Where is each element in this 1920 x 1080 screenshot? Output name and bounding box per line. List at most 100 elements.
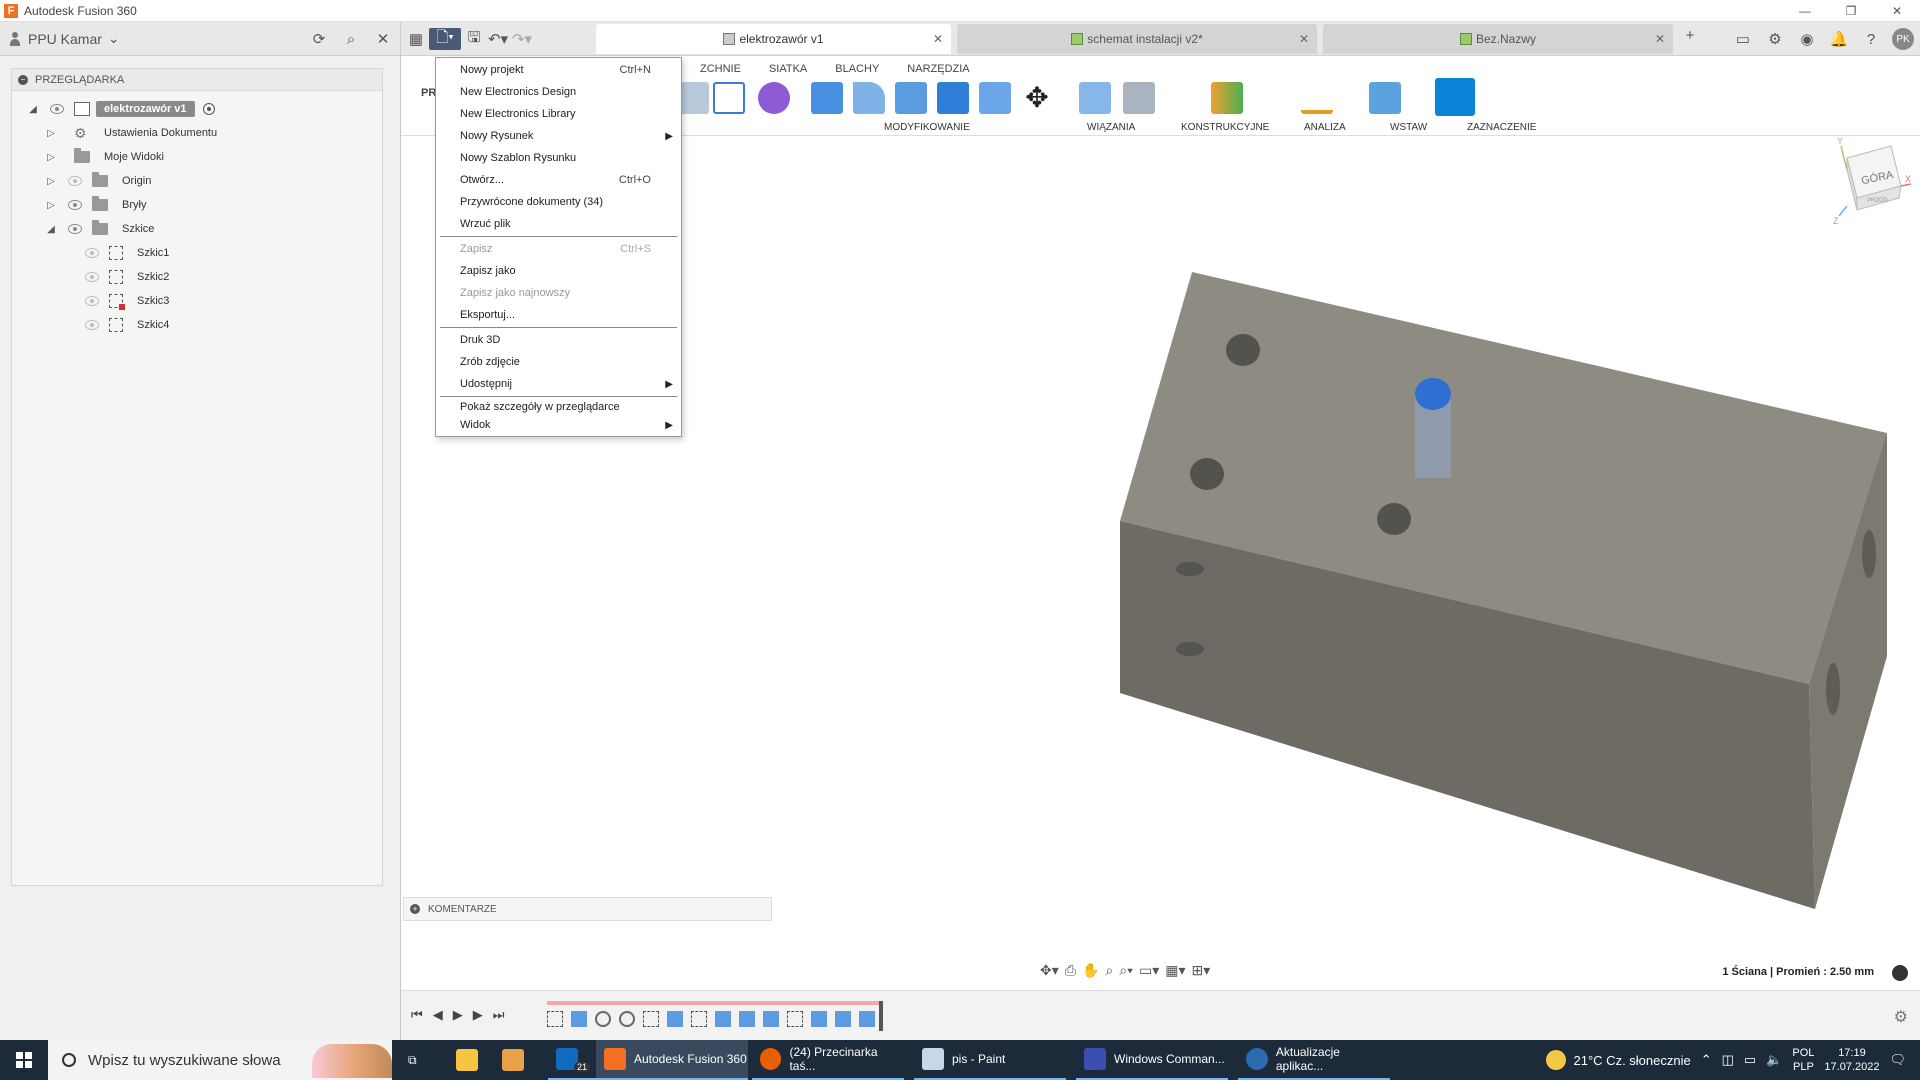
outlook-icon[interactable]: 21 — [548, 1040, 598, 1080]
menu-view[interactable]: Widok ▶ — [436, 414, 681, 436]
redo-icon[interactable]: ↷▾ — [511, 28, 533, 50]
user-menu[interactable]: PPU Kamar ⌄ — [8, 30, 120, 47]
hole[interactable] — [1176, 562, 1204, 576]
meet-now-icon[interactable]: ◫ — [1722, 1052, 1734, 1068]
construct-menu[interactable]: KONSTRUKCYJNE — [1181, 122, 1269, 133]
move-icon[interactable]: ✥ — [1021, 82, 1053, 114]
network-icon[interactable]: ▭ — [1744, 1052, 1756, 1068]
tab-bez-nazwy[interactable]: Bez.Nazwy ✕ — [1323, 24, 1673, 54]
collapse-icon[interactable]: − — [18, 74, 28, 85]
collapsed-triangle-icon[interactable]: ▷ — [46, 128, 56, 139]
job-status-icon[interactable]: ▭ — [1732, 28, 1754, 50]
hole[interactable] — [1377, 503, 1411, 535]
extrude-feature-icon[interactable] — [763, 1011, 779, 1027]
selection-info-icon[interactable] — [1892, 965, 1908, 981]
go-to-start-icon[interactable]: ⏮ — [411, 1007, 423, 1023]
expanded-triangle-icon[interactable]: ◢ — [46, 224, 56, 235]
extrude-feature-icon[interactable] — [739, 1011, 755, 1027]
inspect-menu[interactable]: ANALIZA — [1304, 122, 1346, 133]
tab-tools[interactable]: NARZĘDZIA — [893, 60, 983, 78]
expanded-triangle-icon[interactable]: ◢ — [28, 104, 38, 115]
fillet-icon[interactable] — [853, 82, 885, 114]
select-tool-icon[interactable] — [1435, 78, 1475, 116]
extrude-feature-icon[interactable] — [667, 1011, 683, 1027]
collapsed-triangle-icon[interactable]: ▷ — [46, 176, 56, 187]
insert-menu[interactable]: WSTAW — [1390, 122, 1427, 133]
maximize-button[interactable]: ❐ — [1828, 0, 1874, 22]
help-icon[interactable]: ? — [1860, 28, 1882, 50]
sketch-feature-icon[interactable] — [643, 1011, 659, 1027]
select-menu[interactable]: ZAZNACZENIE — [1467, 122, 1536, 133]
weather-widget[interactable]: 21°C Cz. słonecznie — [1545, 1050, 1691, 1070]
tree-item-document-settings[interactable]: ▷ ⚙ Ustawienia Dokumentu — [46, 123, 217, 143]
new-component-icon[interactable] — [1079, 82, 1111, 114]
workspace-selector[interactable]: PR — [421, 87, 436, 99]
pattern-tool-icon[interactable] — [713, 82, 745, 114]
tab-elektrozawor[interactable]: elektrozawór v1 ✕ — [596, 24, 951, 54]
fit-icon[interactable]: ⌕▾ — [1119, 962, 1133, 979]
chevron-up-icon[interactable]: ⌃ — [1701, 1052, 1712, 1068]
close-button[interactable]: ✕ — [1874, 0, 1920, 22]
volume-icon[interactable]: 🔈 — [1766, 1052, 1782, 1068]
step-back-icon[interactable]: ◀ — [433, 1007, 443, 1023]
hole[interactable] — [1862, 530, 1876, 578]
tree-item-sketches[interactable]: ◢ Szkice — [46, 219, 154, 239]
tab-surface[interactable]: ZCHNIE — [686, 60, 755, 78]
combine-icon[interactable] — [937, 82, 969, 114]
pan-icon[interactable]: ✋ — [1082, 962, 1099, 979]
online-status-icon[interactable]: ◉ — [1796, 28, 1818, 50]
notifications-icon[interactable]: 🗨 — [1889, 1052, 1906, 1068]
split-body-icon[interactable] — [979, 82, 1011, 114]
menu-recovered-documents[interactable]: Przywrócone dokumenty (34) — [436, 191, 681, 213]
menu-save-as-latest[interactable]: Zapisz jako najnowszy — [436, 282, 681, 304]
notifications-bell-icon[interactable]: 🔔 — [1828, 28, 1850, 50]
minimize-button[interactable]: — — [1782, 0, 1828, 22]
assemble-menu[interactable]: WIĄZANIA — [1087, 122, 1135, 133]
menu-3d-print[interactable]: Druk 3D — [436, 329, 681, 351]
hole[interactable] — [1826, 663, 1840, 715]
taskbar-updates[interactable]: Aktualizacje aplikac... — [1238, 1040, 1390, 1080]
undo-icon[interactable]: ↶▾ — [487, 28, 509, 50]
hole[interactable] — [1190, 458, 1224, 490]
taskbar-paint[interactable]: pis - Paint — [914, 1040, 1066, 1080]
file-explorer-icon[interactable] — [448, 1040, 486, 1080]
menu-open[interactable]: Otwórz... Ctrl+O — [436, 169, 681, 191]
clock[interactable]: 17:19 17.07.2022 — [1824, 1046, 1879, 1074]
timeline-track[interactable] — [547, 1001, 883, 1031]
collapsed-triangle-icon[interactable]: ▷ — [46, 200, 56, 211]
extrude-feature-icon[interactable] — [835, 1011, 851, 1027]
menu-new-electronics-library[interactable]: New Electronics Library — [436, 103, 681, 125]
visibility-eye-icon[interactable] — [68, 176, 82, 186]
visibility-eye-icon[interactable] — [68, 224, 82, 234]
shell-icon[interactable] — [895, 82, 927, 114]
save-icon[interactable]: 🖫 — [463, 28, 485, 50]
sketch-feature-icon[interactable] — [787, 1011, 803, 1027]
visibility-eye-icon[interactable] — [85, 248, 99, 258]
selected-hole[interactable] — [1415, 378, 1451, 410]
activate-target-icon[interactable] — [202, 103, 215, 115]
zoom-icon[interactable]: ⌕ — [1105, 962, 1113, 979]
hole-feature-icon[interactable] — [595, 1011, 611, 1027]
timeline-settings-gear-icon[interactable]: ⚙ — [1894, 1007, 1908, 1027]
taskbar-total-commander[interactable]: Windows Comman... — [1076, 1040, 1228, 1080]
menu-new-project[interactable]: Nowy projekt Ctrl+N — [436, 59, 681, 81]
taskbar-fusion360[interactable]: Autodesk Fusion 360 — [596, 1040, 748, 1080]
insert-image-icon[interactable] — [1369, 82, 1401, 114]
extrude-feature-icon[interactable] — [571, 1011, 587, 1027]
apps-grid-icon[interactable]: ▦ — [405, 28, 427, 50]
go-to-end-icon[interactable]: ⏭ — [493, 1007, 505, 1023]
construction-plane-icon[interactable] — [1211, 82, 1243, 114]
avatar[interactable]: PK — [1892, 28, 1914, 50]
press-pull-icon[interactable] — [811, 82, 843, 114]
extrude-feature-icon[interactable] — [811, 1011, 827, 1027]
close-icon[interactable]: ✕ — [372, 28, 394, 50]
visibility-eye-icon[interactable] — [50, 104, 64, 114]
tab-sheet-metal[interactable]: BLACHY — [821, 60, 893, 78]
play-icon[interactable]: ▶ — [453, 1007, 463, 1023]
start-button[interactable] — [0, 1040, 48, 1080]
tree-item-origin[interactable]: ▷ Origin — [46, 171, 151, 191]
tree-item-sketch[interactable]: Szkic2 — [85, 267, 169, 287]
visibility-eye-icon[interactable] — [68, 200, 82, 210]
view-cube[interactable]: GÓRA PRZÓD Y X Z — [1823, 136, 1913, 226]
display-settings-icon[interactable]: ▭▾ — [1139, 962, 1159, 979]
